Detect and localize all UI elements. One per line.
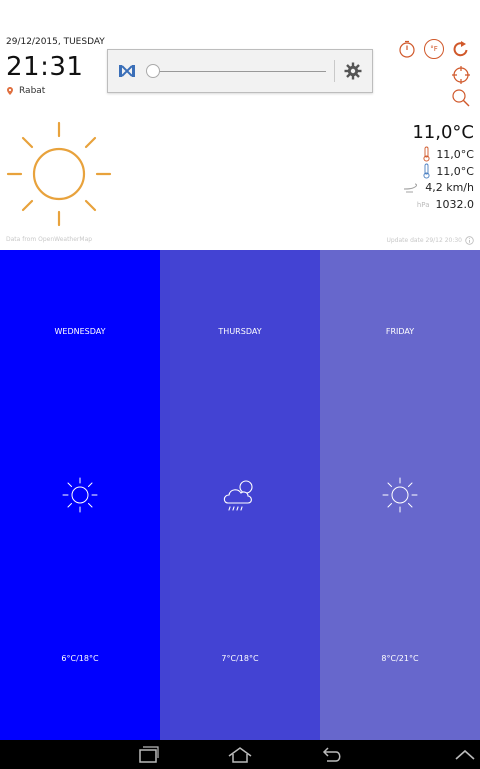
temp-min-value: 11,0°C <box>436 164 474 178</box>
timer-icon[interactable] <box>397 39 417 59</box>
thermometer-cold-icon <box>423 163 430 179</box>
info-icon[interactable] <box>465 236 474 245</box>
temp-max-value: 11,0°C <box>436 147 474 161</box>
media-player <box>107 49 373 93</box>
clock-time: 21:31 <box>6 52 84 82</box>
gps-icon[interactable] <box>451 65 471 85</box>
media-divider <box>334 60 335 82</box>
settings-icon[interactable] <box>344 62 362 80</box>
up-icon[interactable] <box>452 744 478 766</box>
forecast-range: 7°C/18°C <box>221 654 259 663</box>
forecast-day-wednesday[interactable]: WEDNESDAY 6°C/18°C <box>0 250 160 740</box>
update-note-label: Update date 29/12 20:30 <box>386 237 462 244</box>
recent-apps-icon[interactable] <box>135 744 161 766</box>
location-pin-icon <box>7 87 13 95</box>
system-navbar <box>0 740 480 769</box>
refresh-icon[interactable] <box>451 39 471 59</box>
forecast-panel: WEDNESDAY 6°C/18°C THURSDAY 7°C/18°C FRI… <box>0 250 480 740</box>
forecast-day-friday[interactable]: FRIDAY 8°C/21°C <box>320 250 480 740</box>
wind-row: 4,2 km/h <box>403 181 474 194</box>
seek-thumb[interactable] <box>146 64 160 78</box>
forecast-day-label: FRIDAY <box>385 327 415 336</box>
thermometer-hot-icon <box>423 146 430 162</box>
sun-icon <box>62 477 98 513</box>
pressure-unit: hPa <box>416 200 430 209</box>
location-label: Rabat <box>19 86 46 96</box>
data-source-note: Data from OpenWeatherMap <box>6 236 93 243</box>
update-note: Update date 29/12 20:30 <box>386 236 474 245</box>
forecast-range: 6°C/18°C <box>61 654 99 663</box>
search-icon[interactable] <box>451 88 471 108</box>
wind-icon <box>404 183 418 192</box>
home-icon[interactable] <box>227 744 253 766</box>
fahrenheit-button[interactable]: °F <box>424 39 444 59</box>
current-weather-sun-icon <box>6 121 112 227</box>
current-temperature: 11,0°C <box>412 122 474 143</box>
seek-track[interactable] <box>154 71 326 72</box>
forecast-day-thursday[interactable]: THURSDAY 7°C/18°C <box>160 250 320 740</box>
forecast-range: 8°C/21°C <box>381 654 419 663</box>
sun-icon <box>382 477 418 513</box>
media-app-icon[interactable] <box>118 63 136 79</box>
date-label: 29/12/2015, TUESDAY <box>6 37 105 47</box>
pressure-row: hPa 1032.0 <box>417 198 474 211</box>
forecast-day-label: WEDNESDAY <box>54 327 106 336</box>
pressure-value: 1032.0 <box>435 198 475 211</box>
cloud-rain-icon <box>223 480 253 511</box>
fahrenheit-label: °F <box>430 45 438 53</box>
wind-value: 4,2 km/h <box>425 181 474 194</box>
back-icon[interactable] <box>319 744 345 766</box>
forecast-day-label: THURSDAY <box>218 327 262 336</box>
temp-max-row: 11,0°C <box>423 146 474 162</box>
location[interactable]: Rabat <box>7 86 45 96</box>
temp-min-row: 11,0°C <box>423 163 474 179</box>
